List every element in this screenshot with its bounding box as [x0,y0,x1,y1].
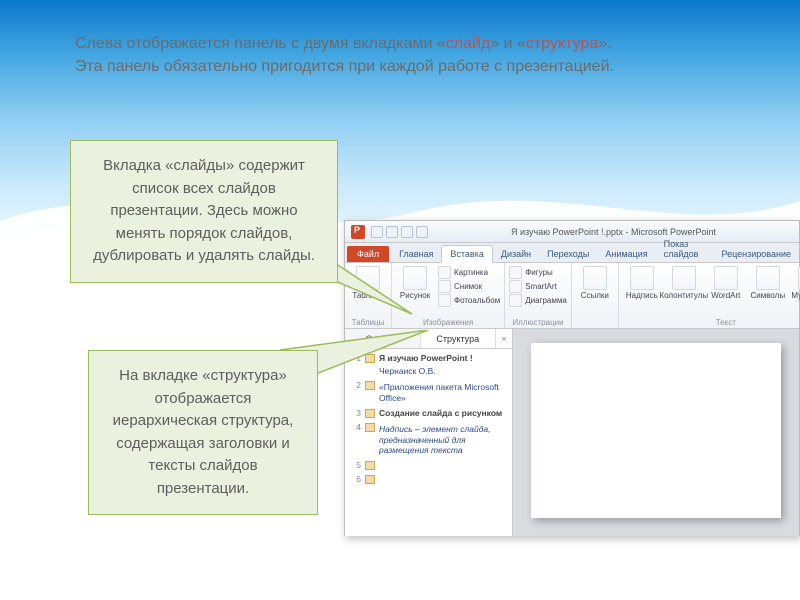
btn-media[interactable]: Мультиме [791,266,800,301]
header-text: Слева отображается панель с двумя вкладк… [75,32,725,78]
slide-icon [365,423,375,432]
header-highlight-2: структура [526,35,598,52]
slide-preview[interactable] [531,343,781,518]
panel-close[interactable]: × [496,329,512,348]
tab-slideshow[interactable]: Показ слайдов [656,236,714,262]
slide-icon [365,461,375,470]
ribbon-group-illustrations: Фигуры SmartArt Диаграмма Иллюстрации [505,263,572,328]
btn-clip[interactable]: Картинка [438,266,500,279]
outline-number: 4 [351,422,361,456]
powerpoint-icon [351,225,365,239]
btn-album[interactable]: Фотоальбом [438,294,500,307]
header-pre: Слева отображается панель с двумя вкладк… [75,35,446,52]
tab-transitions[interactable]: Переходы [539,246,597,262]
outline-item[interactable]: 5 [351,460,506,470]
btn-chart[interactable]: Диаграмма [509,294,567,307]
outline-text: Надпись – элемент слайда, предназначенны… [379,422,506,456]
outline-item[interactable]: 4 Надпись – элемент слайда, предназначенн… [351,422,506,456]
btn-screenshot[interactable]: Снимок [438,280,500,293]
tab-review[interactable]: Рецензирование [714,246,800,262]
btn-header[interactable]: Колонтитулы [665,266,703,301]
group-label-illustr: Иллюстрации [509,317,567,327]
slide-icon [365,409,375,418]
ribbon-group-text: Надпись Колонтитулы WordArt Символы Муль… [619,263,800,328]
btn-wordart[interactable]: WordArt [707,266,745,301]
header-line2: Эта панель обязательно пригодится при ка… [75,58,614,75]
quick-access-toolbar [371,226,428,238]
slide-canvas-area [513,329,799,536]
slide-icon [365,475,375,484]
btn-symbols[interactable]: Символы [749,266,787,301]
btn-shapes[interactable]: Фигуры [509,266,567,279]
tab-insert[interactable]: Вставка [441,245,492,263]
tab-design[interactable]: Дизайн [493,246,539,262]
outline-number: 6 [351,474,361,484]
btn-smartart[interactable]: SmartArt [509,280,567,293]
callout-slides-tab: Вкладка «слайды» содержит список всех сл… [70,140,338,283]
btn-textbox[interactable]: Надпись [623,266,661,301]
outline-item[interactable]: 6 [351,474,506,484]
group-label-links [576,326,614,327]
header-post: ». [598,35,611,52]
group-label-text: Текст [623,317,800,327]
window-title: Я изучаю PowerPoint !.pptx - Microsoft P… [428,227,799,237]
outline-number: 3 [351,408,361,419]
outline-text: Создание слайда с рисунком [379,408,502,419]
callout-structure-tab: На вкладке «структура» отображается иера… [88,350,318,515]
header-mid: » и « [490,35,526,52]
outline-item[interactable]: 3 Создание слайда с рисунком [351,408,506,419]
btn-links[interactable]: Ссылки [576,266,614,301]
header-highlight-1: слайд [446,35,491,52]
tab-animations[interactable]: Анимация [597,246,655,262]
ribbon-group-links: Ссылки [572,263,619,328]
outline-number: 5 [351,460,361,470]
